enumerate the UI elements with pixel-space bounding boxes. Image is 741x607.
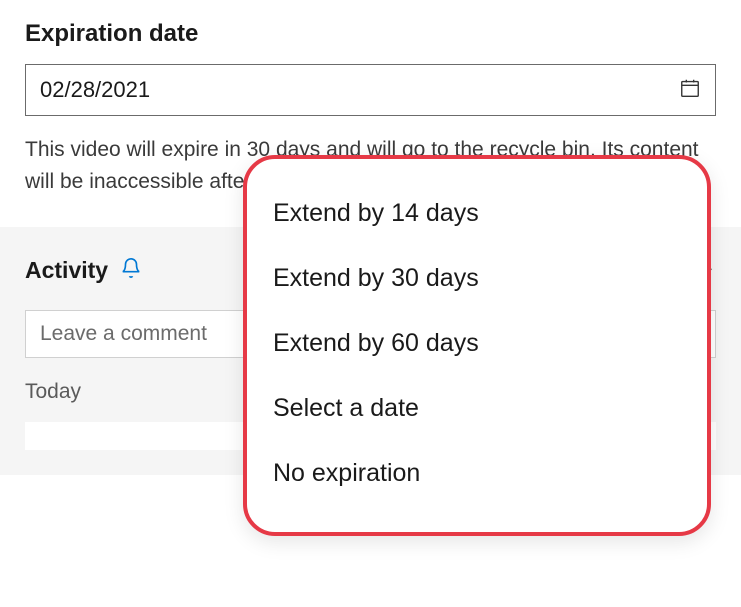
- dropdown-item-extend-14[interactable]: Extend by 14 days: [271, 181, 683, 246]
- bell-icon[interactable]: [120, 257, 142, 284]
- activity-title: Activity: [25, 257, 108, 284]
- expiration-date-label: Expiration date: [25, 20, 716, 48]
- dropdown-item-extend-30[interactable]: Extend by 30 days: [271, 246, 683, 311]
- comment-placeholder: Leave a comment: [40, 322, 207, 346]
- dropdown-item-extend-60[interactable]: Extend by 60 days: [271, 311, 683, 376]
- calendar-icon[interactable]: [679, 77, 701, 104]
- expiration-dropdown-menu: Extend by 14 days Extend by 30 days Exte…: [243, 155, 711, 536]
- dropdown-item-no-expiration[interactable]: No expiration: [271, 441, 683, 506]
- expiration-date-input[interactable]: 02/28/2021: [25, 64, 716, 116]
- dropdown-item-select-date[interactable]: Select a date: [271, 376, 683, 441]
- expiration-date-value: 02/28/2021: [40, 77, 150, 103]
